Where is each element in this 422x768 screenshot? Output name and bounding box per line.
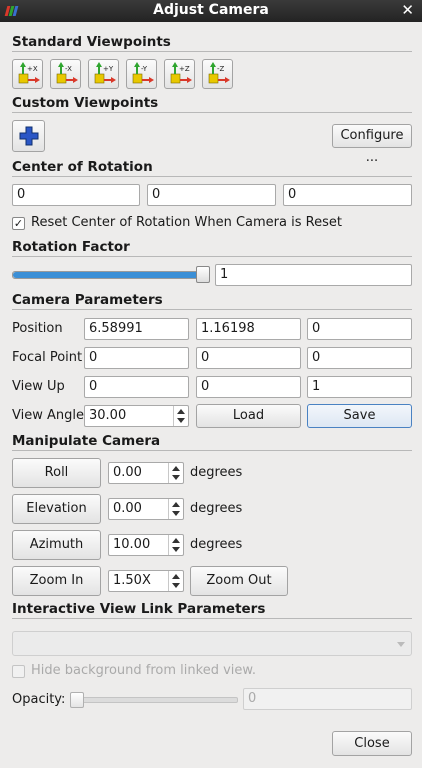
axis-plus-z-icon: +Z <box>170 62 192 84</box>
divider <box>12 618 412 619</box>
view-up-z-field[interactable]: 1 <box>307 376 412 398</box>
window-title: Adjust Camera <box>153 2 269 18</box>
roll-value: 0.00 <box>113 465 142 480</box>
zoom-in-button[interactable]: Zoom In <box>12 566 101 596</box>
azimuth-spinbox[interactable]: 10.00 <box>108 534 184 556</box>
opacity-slider[interactable] <box>70 697 238 703</box>
azimuth-unit-label: degrees <box>190 537 243 552</box>
chevron-down-icon <box>397 642 405 647</box>
position-y-field[interactable]: 1.16198 <box>196 318 301 340</box>
standard-viewpoints-heading: Standard Viewpoints <box>12 34 171 50</box>
zoom-factor-value: 1.50X <box>113 573 151 588</box>
divider <box>12 112 412 113</box>
view-link-combobox[interactable] <box>12 631 412 656</box>
viewpoint-minus-z-button[interactable]: -Z <box>202 59 233 89</box>
view-angle-value: 30.00 <box>89 408 127 423</box>
view-up-label: View Up <box>12 379 65 394</box>
elevation-spinbox[interactable]: 0.00 <box>108 498 184 520</box>
viewpoint-label: -Y <box>141 65 148 73</box>
view-angle-spinbox[interactable]: 30.00 <box>84 405 189 427</box>
hide-background-checkbox[interactable] <box>12 665 25 678</box>
rotation-factor-slider-handle[interactable] <box>196 266 210 283</box>
viewpoint-label: +Z <box>179 65 190 73</box>
opacity-slider-handle[interactable] <box>70 692 84 708</box>
view-angle-label: View Angle <box>12 408 84 423</box>
viewpoint-label: +Y <box>103 65 114 73</box>
opacity-label: Opacity: <box>12 692 66 707</box>
elevation-button[interactable]: Elevation <box>12 494 101 524</box>
roll-unit-label: degrees <box>190 465 243 480</box>
save-button[interactable]: Save <box>307 404 412 428</box>
elevation-value: 0.00 <box>113 501 142 516</box>
spin-arrows-icon[interactable] <box>168 535 183 555</box>
azimuth-value: 10.00 <box>113 537 151 552</box>
load-button[interactable]: Load <box>196 404 301 428</box>
custom-viewpoints-heading: Custom Viewpoints <box>12 95 159 111</box>
camera-parameters-heading: Camera Parameters <box>12 292 163 308</box>
axis-plus-x-icon: +X <box>18 62 40 84</box>
viewpoint-label: +X <box>27 65 38 73</box>
azimuth-button[interactable]: Azimuth <box>12 530 101 560</box>
viewpoint-minus-x-button[interactable]: -X <box>50 59 81 89</box>
close-button[interactable]: Close <box>332 731 412 756</box>
spin-arrows-icon[interactable] <box>168 499 183 519</box>
spin-arrows-icon[interactable] <box>168 463 183 483</box>
interactive-view-link-heading: Interactive View Link Parameters <box>12 601 266 617</box>
position-z-field[interactable]: 0 <box>307 318 412 340</box>
center-z-field[interactable]: 0 <box>283 184 412 206</box>
view-up-y-field[interactable]: 0 <box>196 376 301 398</box>
configure-button[interactable]: Configure ... <box>332 124 412 165</box>
focal-point-label: Focal Point <box>12 350 83 365</box>
center-of-rotation-heading: Center of Rotation <box>12 159 153 175</box>
center-x-field[interactable]: 0 <box>12 184 140 206</box>
divider <box>12 51 412 52</box>
zoom-out-button[interactable]: Zoom Out <box>190 566 288 596</box>
divider <box>12 176 412 177</box>
manipulate-camera-heading: Manipulate Camera <box>12 433 161 449</box>
roll-button[interactable]: Roll <box>12 458 101 488</box>
focal-point-x-field[interactable]: 0 <box>84 347 189 369</box>
view-up-x-field[interactable]: 0 <box>84 376 189 398</box>
axis-minus-y-icon: -Y <box>132 62 154 84</box>
viewpoint-label: -X <box>65 65 72 73</box>
viewpoint-plusminus-x-button[interactable]: +X <box>12 59 43 89</box>
reset-center-checkbox[interactable]: ✓ <box>12 217 25 230</box>
focal-point-y-field[interactable]: 0 <box>196 347 301 369</box>
center-y-field[interactable]: 0 <box>147 184 276 206</box>
roll-spinbox[interactable]: 0.00 <box>108 462 184 484</box>
position-label: Position <box>12 321 63 336</box>
rotation-factor-slider[interactable] <box>12 271 210 279</box>
title-bar: Adjust Camera ✕ <box>0 0 422 22</box>
viewpoint-minus-y-button[interactable]: -Y <box>126 59 157 89</box>
add-custom-viewpoint-button[interactable] <box>12 120 45 152</box>
axis-plus-y-icon: +Y <box>94 62 116 84</box>
elevation-unit-label: degrees <box>190 501 243 516</box>
rotation-factor-heading: Rotation Factor <box>12 239 130 255</box>
plus-icon <box>19 126 39 146</box>
spin-arrows-icon[interactable] <box>173 406 188 426</box>
position-x-field[interactable]: 6.58991 <box>84 318 189 340</box>
axis-minus-z-icon: -Z <box>208 62 230 84</box>
rotation-factor-slider-fill <box>13 272 209 278</box>
divider <box>12 450 412 451</box>
focal-point-z-field[interactable]: 0 <box>307 347 412 369</box>
divider <box>12 256 412 257</box>
viewpoint-label: -Z <box>217 65 225 73</box>
axis-minus-x-icon: -X <box>56 62 78 84</box>
spin-arrows-icon[interactable] <box>168 571 183 591</box>
hide-background-label: Hide background from linked view. <box>31 663 256 678</box>
viewpoint-plusminus-y-button[interactable]: +Y <box>88 59 119 89</box>
reset-center-label: Reset Center of Rotation When Camera is … <box>31 215 342 230</box>
zoom-factor-spinbox[interactable]: 1.50X <box>108 570 184 592</box>
rotation-factor-field[interactable]: 1 <box>215 264 412 286</box>
window-close-icon[interactable]: ✕ <box>401 1 414 19</box>
viewpoint-plusminus-z-button[interactable]: +Z <box>164 59 195 89</box>
opacity-field[interactable]: 0 <box>243 688 412 710</box>
divider <box>12 309 412 310</box>
